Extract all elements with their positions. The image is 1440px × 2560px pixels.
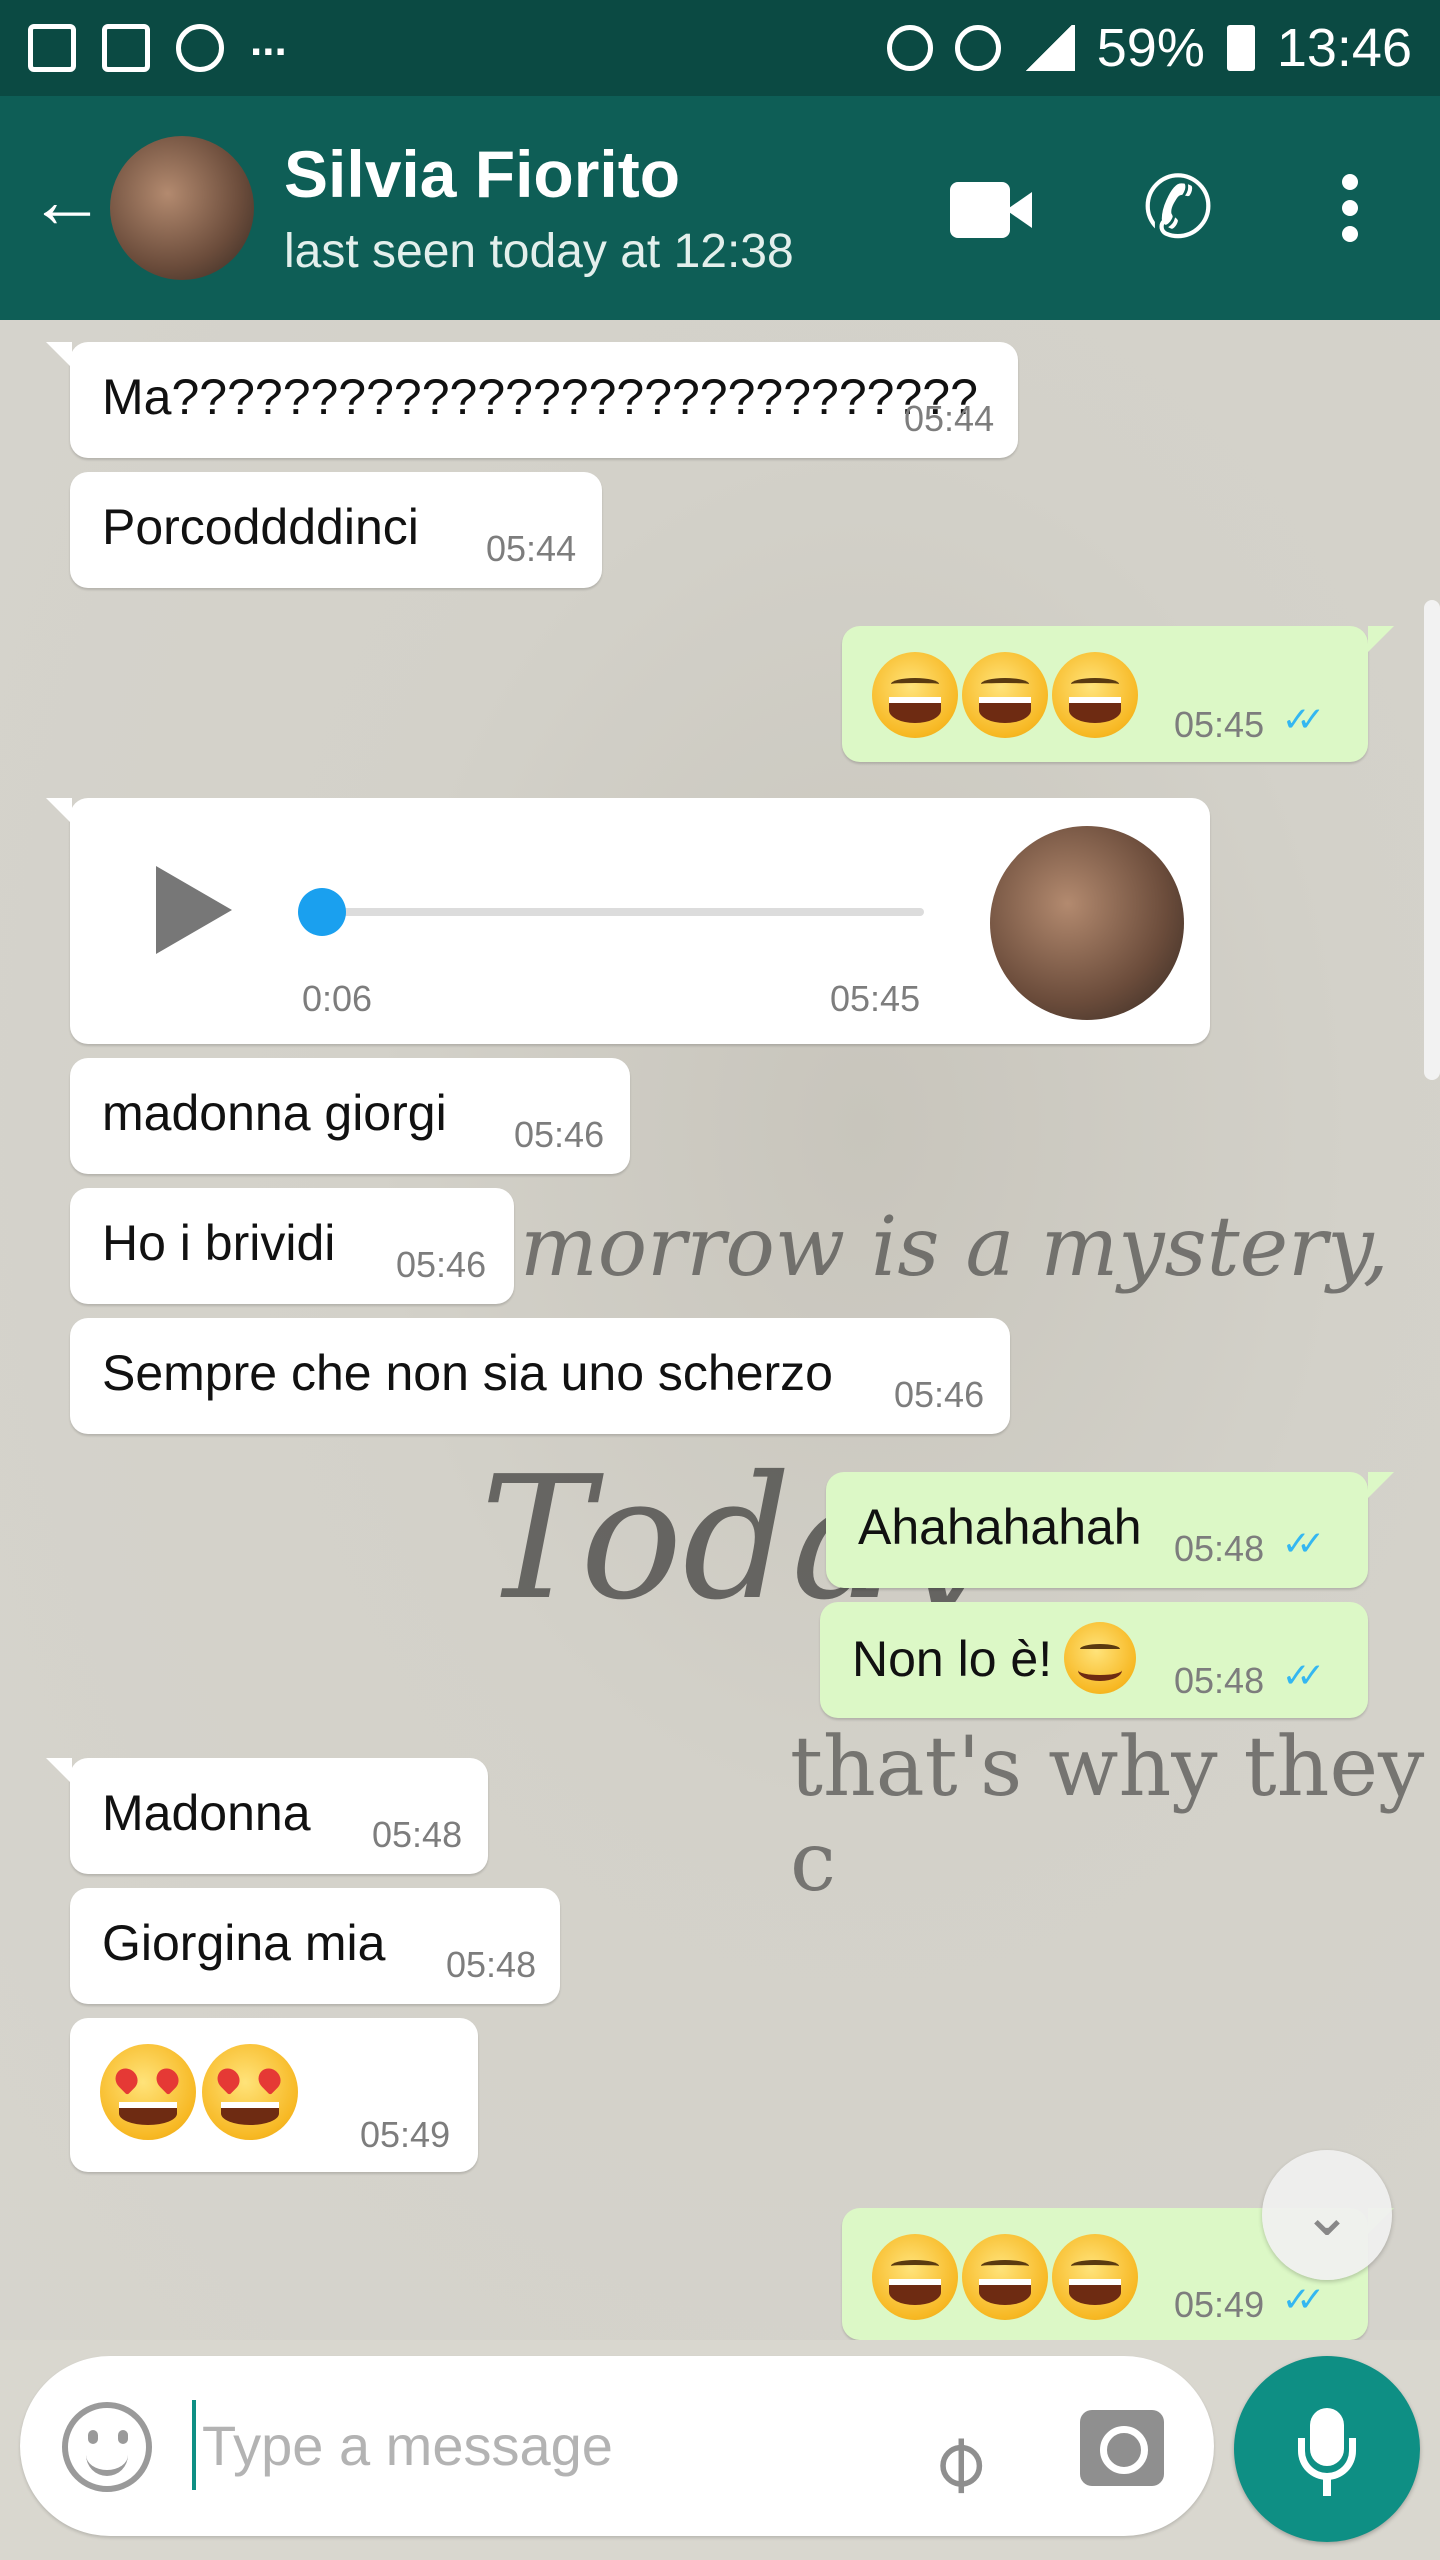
voice-duration: 0:06	[302, 978, 373, 1019]
contact-name[interactable]: Silvia Fiorito	[284, 136, 680, 212]
back-arrow-icon[interactable]: ←	[28, 161, 106, 239]
read-receipt-icon: ✓✓	[1282, 2281, 1325, 2319]
message-time: 05:44	[904, 398, 995, 439]
alarm-icon	[886, 25, 933, 71]
incoming-message[interactable]: Giorgina mia 05:48	[70, 1888, 560, 2004]
attachment-icon[interactable]: ⌀	[905, 2380, 1037, 2512]
sweat-smile-emoji	[1052, 652, 1138, 738]
voice-progress-handle[interactable]	[298, 888, 346, 936]
laughing-tears-emoji	[872, 652, 958, 738]
message-text: Porcoddddinci	[102, 499, 419, 555]
incoming-message[interactable]: 05:49	[70, 2018, 478, 2172]
laughing-tears-emoji	[962, 2234, 1048, 2320]
read-receipt-icon: ✓✓	[1282, 1525, 1325, 1563]
wallpaper-text: morrow is a mystery,	[520, 1200, 1389, 1295]
read-receipt-icon: ✓✓	[1282, 1657, 1325, 1695]
laughing-tears-emoji	[872, 2234, 958, 2320]
message-input[interactable]	[192, 2400, 872, 2490]
video-call-icon[interactable]	[950, 182, 1034, 238]
heart-eyes-emoji	[100, 2044, 196, 2140]
voice-message[interactable]: 0:06 05:45	[46, 798, 1210, 1044]
outgoing-message[interactable]: Non lo è! 05:48 ✓✓	[820, 1602, 1368, 1718]
voice-progress-track[interactable]	[320, 908, 924, 916]
heart-eyes-emoji	[202, 2044, 298, 2140]
voice-call-icon[interactable]: ✆	[1142, 165, 1226, 251]
microphone-icon	[976, 948, 1012, 1018]
sender-avatar	[990, 826, 1184, 1020]
incoming-message[interactable]: madonna giorgi 05:46	[70, 1058, 630, 1174]
message-text: Non lo è!	[852, 1631, 1053, 1687]
message-time: 05:45	[830, 978, 921, 1019]
outgoing-message[interactable]: Ahahahahah 05:48 ✓✓	[826, 1472, 1394, 1588]
gallery-icon	[28, 24, 76, 72]
battery-percent: 59%	[1096, 18, 1205, 78]
message-text: madonna giorgi	[102, 1085, 447, 1141]
laughing-tears-emoji	[1052, 2234, 1138, 2320]
messenger-icon	[176, 24, 224, 72]
scroll-to-bottom-icon[interactable]: ⌄	[1262, 2150, 1392, 2280]
wifi-icon	[954, 25, 1001, 71]
last-seen-status: last seen today at 12:38	[284, 225, 794, 278]
message-text: Sempre che non sia uno scherzo	[102, 1345, 833, 1401]
message-time: 05:48	[1174, 1660, 1265, 1701]
message-text: Giorgina mia	[102, 1915, 386, 1971]
maps-icon	[102, 24, 150, 72]
message-time: 05:48	[446, 1944, 537, 1985]
message-time: 05:46	[514, 1114, 605, 1155]
message-text: Ma?????????????????????????????	[102, 369, 978, 425]
contact-avatar[interactable]	[110, 136, 254, 280]
notification-icons: ...	[28, 19, 287, 72]
message-time: 05:48	[372, 1814, 463, 1855]
chat-area[interactable]: morrow is a mystery, Today that's why th…	[0, 320, 1440, 2340]
signal-icon	[1022, 25, 1075, 71]
emoji-icon[interactable]	[62, 2402, 152, 2492]
status-bar: ... 59% 13:46	[0, 0, 1440, 96]
message-time: 05:48	[1174, 1528, 1265, 1569]
message-time: 05:46	[894, 1374, 985, 1415]
message-text: Madonna	[102, 1785, 311, 1841]
chat-header: ← Silvia Fiorito last seen today at 12:3…	[0, 96, 1440, 320]
message-time: 05:44	[486, 528, 577, 569]
incoming-message[interactable]: Madonna 05:48	[46, 1758, 488, 1874]
message-time: 05:46	[396, 1244, 487, 1285]
blush-emoji	[1064, 1622, 1136, 1694]
camera-icon[interactable]	[1080, 2410, 1164, 2486]
more-notifications-icon: ...	[250, 16, 287, 65]
outgoing-message[interactable]: 05:45 ✓✓	[842, 626, 1394, 762]
grin-emoji	[962, 652, 1048, 738]
incoming-message[interactable]: Sempre che non sia uno scherzo 05:46	[70, 1318, 1010, 1434]
message-text: Ahahahahah	[858, 1499, 1142, 1555]
message-time: 05:49	[1174, 2284, 1265, 2325]
wallpaper-text: that's why they c	[790, 1720, 1425, 1910]
read-receipt-icon: ✓✓	[1282, 701, 1325, 739]
battery-icon	[1226, 25, 1255, 71]
message-time: 05:49	[360, 2114, 451, 2155]
scrollbar[interactable]	[1424, 600, 1440, 1080]
incoming-message[interactable]: Ma????????????????????????????? 05:44	[46, 342, 1018, 458]
clock: 13:46	[1276, 18, 1412, 78]
message-time: 05:45	[1174, 704, 1265, 745]
voice-record-button[interactable]	[1234, 2356, 1420, 2542]
play-icon[interactable]	[156, 866, 232, 954]
incoming-message[interactable]: Porcoddddinci 05:44	[70, 472, 602, 588]
message-composer: ⌀	[20, 2356, 1214, 2536]
overflow-menu-icon[interactable]	[1330, 174, 1370, 244]
message-text: Ho i brividi	[102, 1215, 336, 1271]
incoming-message[interactable]: Ho i brividi 05:46	[70, 1188, 514, 1304]
system-status: 59% 13:46	[886, 17, 1412, 79]
